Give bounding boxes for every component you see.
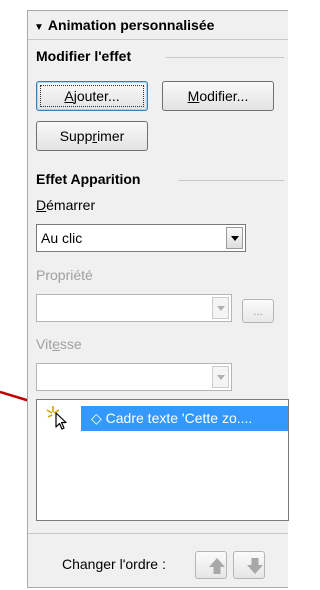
speed-label: Vitesse <box>36 336 82 352</box>
property-label: Propriété <box>36 267 93 283</box>
property-options-button[interactable]: ... <box>242 299 274 323</box>
add-effect-button[interactable]: Ajouter... <box>36 81 148 111</box>
start-select-value: Au clic <box>41 230 83 246</box>
effects-list[interactable]: ◇ Cadre texte 'Cette zo.... <box>36 399 289 521</box>
list-item[interactable]: ◇ Cadre texte 'Cette zo.... <box>81 406 288 431</box>
chevron-down-icon[interactable] <box>212 366 229 388</box>
section-divider <box>178 180 284 181</box>
panel-title: Animation personnalisée <box>47 17 215 33</box>
start-label: Démarrer <box>36 197 95 213</box>
header-divider <box>28 39 288 40</box>
move-down-button[interactable] <box>233 551 265 579</box>
label-text: Vit <box>36 336 53 352</box>
modify-effect-button[interactable]: Modifier... <box>162 81 274 111</box>
chevron-down-icon[interactable] <box>212 297 229 319</box>
accelerator-key: D <box>36 197 47 213</box>
speed-select[interactable] <box>36 363 232 391</box>
arrow-up-icon <box>209 558 225 574</box>
order-divider <box>28 533 288 534</box>
delete-effect-button[interactable]: Supprimer <box>36 121 148 151</box>
arrow-down-icon <box>247 558 263 574</box>
panel-header[interactable]: ▼ Animation personnalisée <box>28 11 288 39</box>
change-order-label: Changer l'ordre : <box>62 556 166 572</box>
accelerator-key: M <box>187 88 200 104</box>
section-divider <box>166 57 284 58</box>
move-up-button[interactable] <box>195 551 227 579</box>
button-label: odifier... <box>199 88 249 104</box>
start-select[interactable]: Au clic <box>36 224 246 252</box>
button-label: imer <box>97 128 125 144</box>
modify-effect-section-title: Modifier l'effet <box>36 48 132 64</box>
click-trigger-icon <box>46 406 67 430</box>
label-text: émarrer <box>46 197 96 213</box>
effect-section-title: Effet Apparition <box>36 171 141 187</box>
property-select[interactable] <box>36 294 232 322</box>
focus-ring <box>40 85 144 107</box>
effect-item-label: ◇ Cadre texte 'Cette zo.... <box>91 410 253 426</box>
label-text: sse <box>59 336 82 352</box>
custom-animation-panel: ▼ Animation personnalisée Modifier l'effe… <box>27 10 289 588</box>
chevron-down-icon[interactable] <box>226 227 243 249</box>
button-label: Supp <box>59 128 93 144</box>
collapse-triangle-icon[interactable]: ▼ <box>34 14 44 42</box>
accelerator-key: e <box>52 336 60 352</box>
